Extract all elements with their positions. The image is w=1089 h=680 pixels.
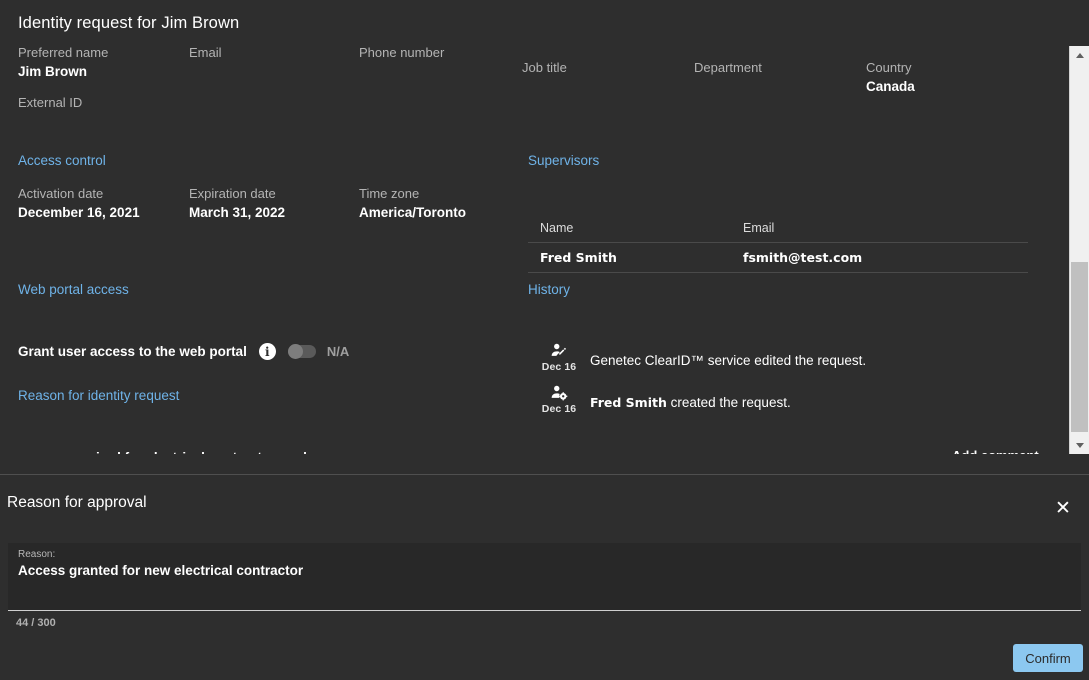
field-label: Time zone: [359, 185, 466, 203]
list-item: Dec 16 Genetec ClearID™ service edited t…: [528, 340, 1048, 373]
grant-web-portal-access-toggle[interactable]: [288, 345, 316, 358]
add-comment-button[interactable]: Add comment: [952, 448, 1039, 454]
field-country: Country Canada: [866, 59, 915, 96]
history-date: Dec 16: [528, 361, 590, 373]
field-preferred-name: Preferred name Jim Brown: [18, 44, 108, 81]
field-label: Preferred name: [18, 44, 108, 62]
field-expiration-date: Expiration date March 31, 2022: [189, 185, 285, 222]
field-value: Canada: [866, 77, 915, 96]
confirm-button[interactable]: Confirm: [1013, 644, 1083, 672]
reason-for-identity-request-text: access required for electrical contracto…: [18, 450, 314, 454]
detail-scrollbar[interactable]: [1069, 46, 1089, 454]
history-date: Dec 16: [528, 403, 590, 415]
field-value: Jim Brown: [18, 62, 108, 81]
detail-scroll-viewport: Preferred name Jim Brown Email Phone num…: [0, 44, 1069, 454]
history-entry-text: Genetec ClearID™ service edited the requ…: [590, 340, 866, 368]
field-department: Department: [694, 59, 762, 77]
user-edit-icon: [549, 342, 569, 360]
section-heading-supervisors: Supervisors: [528, 153, 599, 168]
toggle-knob: [288, 344, 303, 359]
scrollbar-thumb[interactable]: [1071, 262, 1088, 432]
field-label: Department: [694, 59, 762, 77]
history-icon-column: Dec 16: [528, 382, 590, 415]
history-list: Dec 16 Genetec ClearID™ service edited t…: [528, 340, 1048, 424]
cell-email: fsmith@test.com: [743, 250, 1028, 265]
history-actor: Fred Smith: [590, 395, 667, 410]
scroll-down-arrow-icon[interactable]: [1070, 436, 1089, 454]
field-activation-date: Activation date December 16, 2021: [18, 185, 140, 222]
list-item: Dec 16 Fred Smith created the request.: [528, 382, 1048, 415]
supervisors-table: Name Email Fred Smith fsmith@test.com: [528, 213, 1028, 273]
section-heading-history: History: [528, 282, 570, 297]
field-label: Expiration date: [189, 185, 285, 203]
field-value: America/Toronto: [359, 203, 466, 222]
identity-request-screen: Identity request for Jim Brown Preferred…: [0, 0, 1089, 680]
web-portal-access-row: Grant user access to the web portal i N/…: [18, 343, 349, 360]
character-counter: 44 / 300: [16, 617, 56, 629]
column-header-name: Name: [540, 221, 743, 235]
toggle-value: N/A: [327, 344, 349, 359]
identity-request-detail-panel: Identity request for Jim Brown Preferred…: [0, 0, 1089, 474]
table-row[interactable]: Fred Smith fsmith@test.com: [528, 243, 1028, 273]
reason-for-approval-dialog: Reason for approval ✕ Reason: Access gra…: [0, 475, 1089, 680]
field-label: Activation date: [18, 185, 140, 203]
field-label: Country: [866, 59, 915, 77]
section-heading-web-portal-access: Web portal access: [18, 282, 129, 297]
field-label: Phone number: [359, 44, 444, 62]
field-email: Email: [189, 44, 222, 62]
column-header-email: Email: [743, 221, 1028, 235]
field-value: March 31, 2022: [189, 203, 285, 222]
cell-name: Fred Smith: [540, 250, 743, 265]
page-title: Identity request for Jim Brown: [18, 14, 239, 33]
info-icon[interactable]: i: [259, 343, 276, 360]
history-icon-column: Dec 16: [528, 340, 590, 373]
field-time-zone: Time zone America/Toronto: [359, 185, 466, 222]
history-message: created the request.: [667, 395, 791, 410]
toggle-label: Grant user access to the web portal: [18, 344, 247, 359]
field-value: December 16, 2021: [18, 203, 140, 222]
section-heading-access-control: Access control: [18, 153, 106, 168]
field-label: External ID: [18, 94, 82, 112]
table-header-row: Name Email: [528, 213, 1028, 243]
field-label: Email: [189, 44, 222, 62]
history-message: Genetec ClearID™ service edited the requ…: [590, 353, 866, 368]
field-external-id: External ID: [18, 94, 82, 112]
close-icon[interactable]: ✕: [1052, 497, 1074, 519]
field-label: Job title: [522, 59, 567, 77]
scroll-up-arrow-icon[interactable]: [1070, 46, 1089, 64]
dialog-title: Reason for approval: [7, 494, 147, 512]
user-settings-icon: [549, 384, 569, 402]
field-phone-number: Phone number: [359, 44, 444, 62]
reason-input[interactable]: Reason: Access granted for new electrica…: [8, 543, 1081, 611]
section-heading-reason-for-identity-request: Reason for identity request: [18, 388, 179, 403]
field-job-title: Job title: [522, 59, 567, 77]
reason-field-value: Access granted for new electrical contra…: [18, 563, 303, 578]
history-entry-text: Fred Smith created the request.: [590, 382, 791, 410]
reason-field-label: Reason:: [18, 549, 55, 560]
